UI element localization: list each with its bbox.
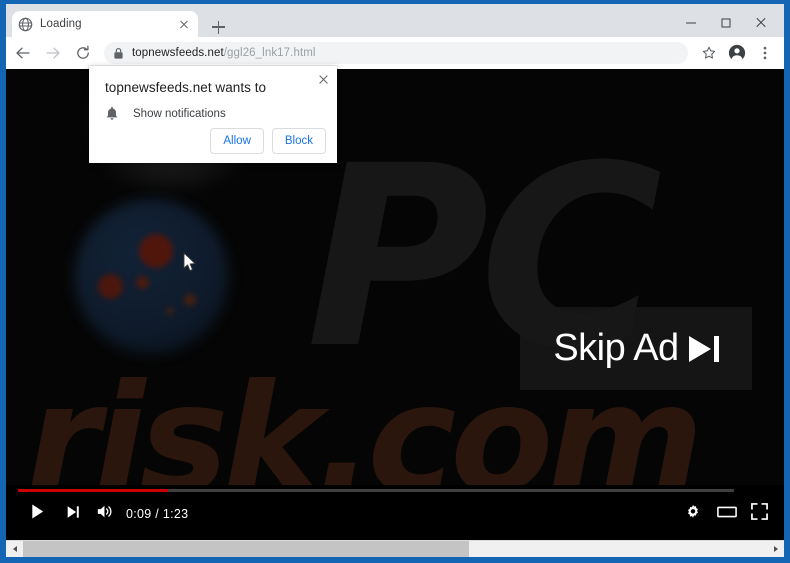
browser-toolbar: topnewsfeeds.net/ggl26_lnk17.html [6,37,784,69]
globe-icon [18,17,33,32]
settings-button[interactable] [678,499,708,529]
address-bar[interactable]: topnewsfeeds.net/ggl26_lnk17.html [104,42,688,64]
arrow-right-icon[interactable] [767,541,784,557]
video-controls-row: 0:09 / 1:23 [6,499,784,533]
gear-icon [685,504,701,525]
theater-mode-icon [717,504,737,525]
back-button[interactable] [10,40,36,66]
dialog-permission-label: Show notifications [133,108,226,120]
lock-icon [113,47,124,60]
next-button[interactable] [58,499,88,529]
video-progress-fill [18,489,169,492]
address-bar-text: topnewsfeeds.net/ggl26_lnk17.html [132,47,316,59]
tab-close-icon[interactable] [176,16,192,32]
block-button[interactable]: Block [271,128,326,154]
play-button[interactable] [22,499,52,529]
video-frame-spot [136,276,149,289]
allow-button[interactable]: Allow [210,128,264,154]
fullscreen-icon [750,503,768,525]
video-frame-planet [74,199,229,354]
tab-title: Loading [40,18,82,30]
next-track-icon [65,504,81,525]
bell-icon [105,106,119,122]
profile-button[interactable] [724,40,750,66]
window-minimize-button[interactable] [673,8,708,37]
browser-window: Loading topnewsfeeds.net/ggl26_lnk17.htm… [0,0,790,563]
dialog-actions: Allow Block [210,128,326,154]
forward-button[interactable] [40,40,66,66]
horizontal-scrollbar[interactable] [6,540,784,557]
maximize-icon [721,18,730,27]
video-progress-bar[interactable] [18,489,734,492]
window-maximize-button[interactable] [708,8,743,37]
skip-next-icon [688,335,719,362]
dialog-permission-row: Show notifications [105,106,226,122]
window-close-button[interactable] [743,8,778,37]
volume-button[interactable] [90,499,120,529]
close-icon [755,17,767,29]
scrollbar-track[interactable] [23,541,767,557]
dialog-title: topnewsfeeds.net wants to [105,80,267,95]
reload-button[interactable] [70,40,96,66]
video-frame-spot [98,274,123,299]
skip-ad-button[interactable]: Skip Ad [520,307,752,390]
video-controls-bar: 0:09 / 1:23 [6,485,784,540]
new-tab-button[interactable] [207,16,229,38]
skip-ad-label-wrap: Skip Ad [553,327,719,370]
fullscreen-button[interactable] [744,499,774,529]
video-time-display: 0:09 / 1:23 [126,499,236,529]
address-path: /ggl26_lnk17.html [223,47,316,59]
video-frame-spot [139,234,173,268]
address-host: topnewsfeeds.net [132,47,224,59]
arrow-left-icon[interactable] [6,541,23,557]
bookmark-button[interactable] [696,40,722,66]
theater-mode-button[interactable] [712,499,742,529]
skip-ad-label: Skip Ad [553,327,679,369]
scrollbar-thumb[interactable] [23,541,470,557]
video-frame-spot [184,294,196,306]
minimize-icon [685,22,696,23]
browser-tab[interactable]: Loading [12,11,198,37]
volume-on-icon [96,503,114,525]
dialog-close-icon[interactable] [315,71,331,87]
play-icon [29,503,46,525]
video-frame-spot [166,307,174,315]
chrome-menu-button[interactable] [752,40,778,66]
notification-permission-dialog: topnewsfeeds.net wants to Show notificat… [89,66,337,163]
video-time-text: 0:09 / 1:23 [126,507,189,521]
tab-strip: Loading [6,4,784,37]
